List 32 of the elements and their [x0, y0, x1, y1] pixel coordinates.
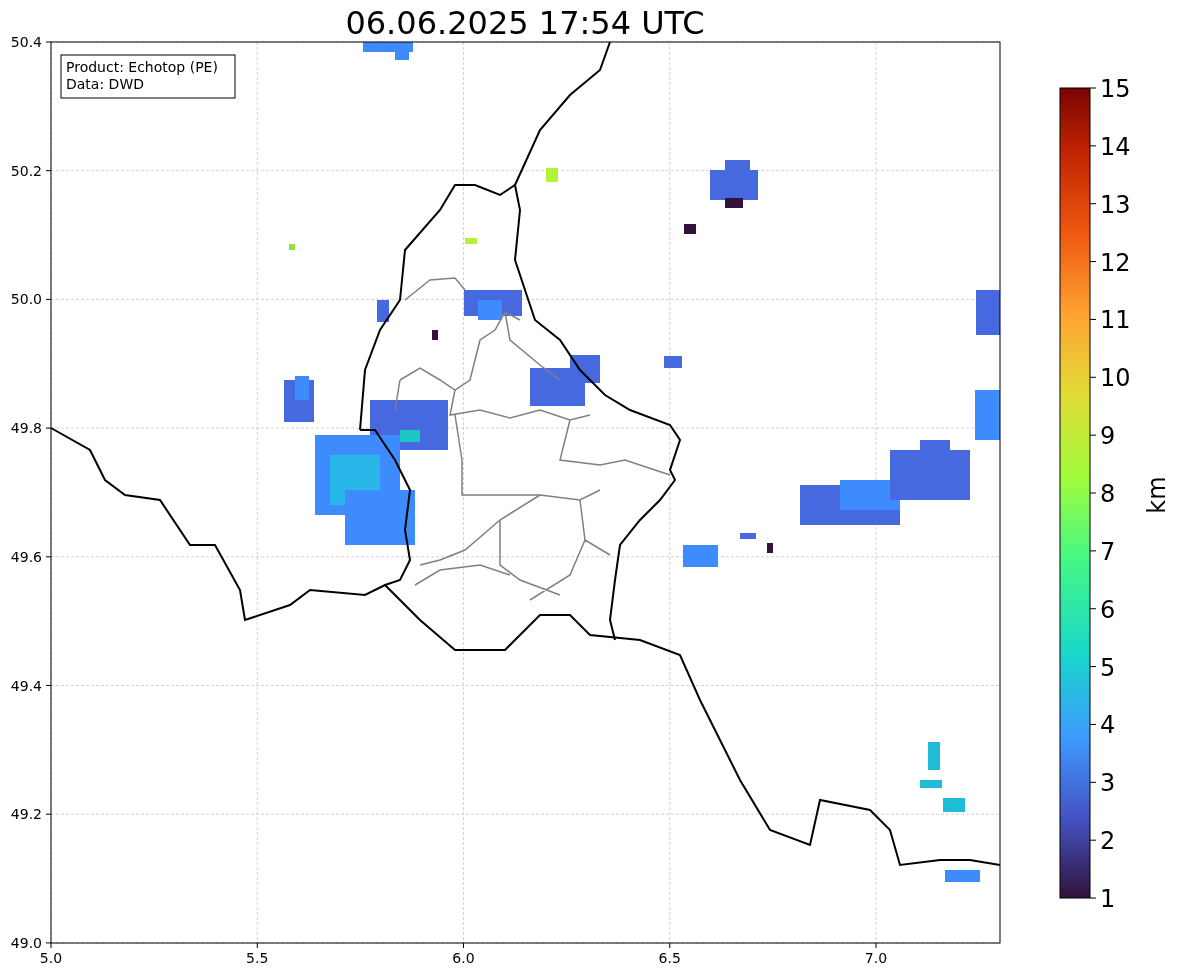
colorbar-tick-label: 13 [1100, 190, 1131, 219]
colorbar-tick-label: 14 [1100, 132, 1131, 161]
colorbar-tick-label: 7 [1100, 537, 1116, 566]
colorbar-tick-label: 3 [1100, 769, 1116, 798]
colorbar-tick-label: 8 [1100, 480, 1116, 508]
y-tick-label: 49.2 [10, 806, 42, 823]
colorbar-tick-label: 15 [1100, 75, 1131, 103]
colorbar-label: km [1143, 476, 1171, 514]
y-tick-label: 50.0 [10, 291, 42, 308]
colorbar-tick-label: 1 [1100, 885, 1116, 914]
y-tick-label: 50.4 [10, 34, 42, 50]
x-tick-label: 6.0 [452, 950, 475, 966]
y-tick-label: 49.6 [10, 548, 42, 565]
colorbar-tick-label: 6 [1100, 595, 1116, 624]
colorbar-tick-label: 5 [1100, 653, 1116, 682]
colorbar-tick-label: 4 [1100, 711, 1116, 740]
x-tick-label: 7.0 [864, 950, 888, 966]
x-tick-label: 6.5 [658, 950, 681, 966]
y-tick-label: 49.8 [10, 420, 42, 437]
colorbar-tick-label: 9 [1100, 422, 1116, 451]
x-tick-label: 5.0 [39, 950, 63, 966]
info-text: Data: DWD [66, 76, 144, 92]
y-tick-label: 50.2 [10, 162, 42, 179]
y-tick-label: 49.4 [10, 677, 42, 694]
x-tick-label: 5.5 [246, 950, 269, 966]
info-text: Product: Echotop (PE) [66, 59, 218, 75]
colorbar-tick-label: 2 [1100, 827, 1116, 856]
chart-title: 06.06.2025 17:54 UTC [345, 4, 705, 42]
colorbar-tick-label: 11 [1100, 306, 1131, 335]
colorbar-tick-label: 12 [1100, 248, 1131, 277]
colorbar-tick-label: 10 [1100, 364, 1131, 393]
y-tick-label: 49.0 [10, 934, 42, 951]
